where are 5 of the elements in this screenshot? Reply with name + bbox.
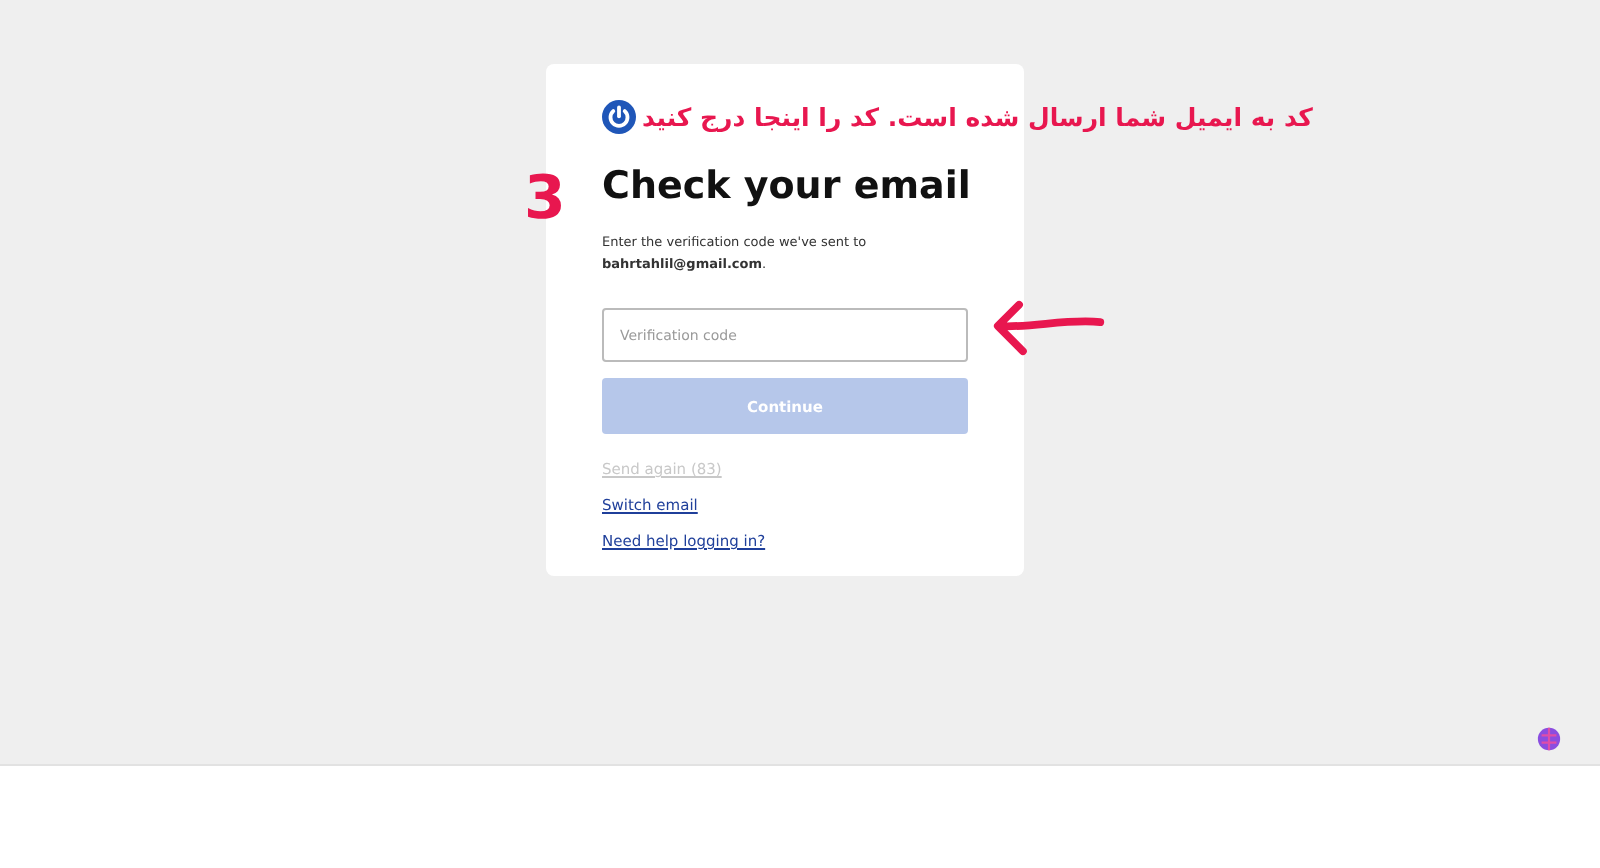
annotation-text: کد به ایمیل شما ارسال شده است. کد را اینجا درج کنید <box>642 102 1313 132</box>
page-title: Check your email <box>602 162 968 212</box>
step-number: 3 <box>524 162 566 238</box>
power-icon <box>602 100 636 134</box>
arrow-icon <box>992 298 1108 358</box>
